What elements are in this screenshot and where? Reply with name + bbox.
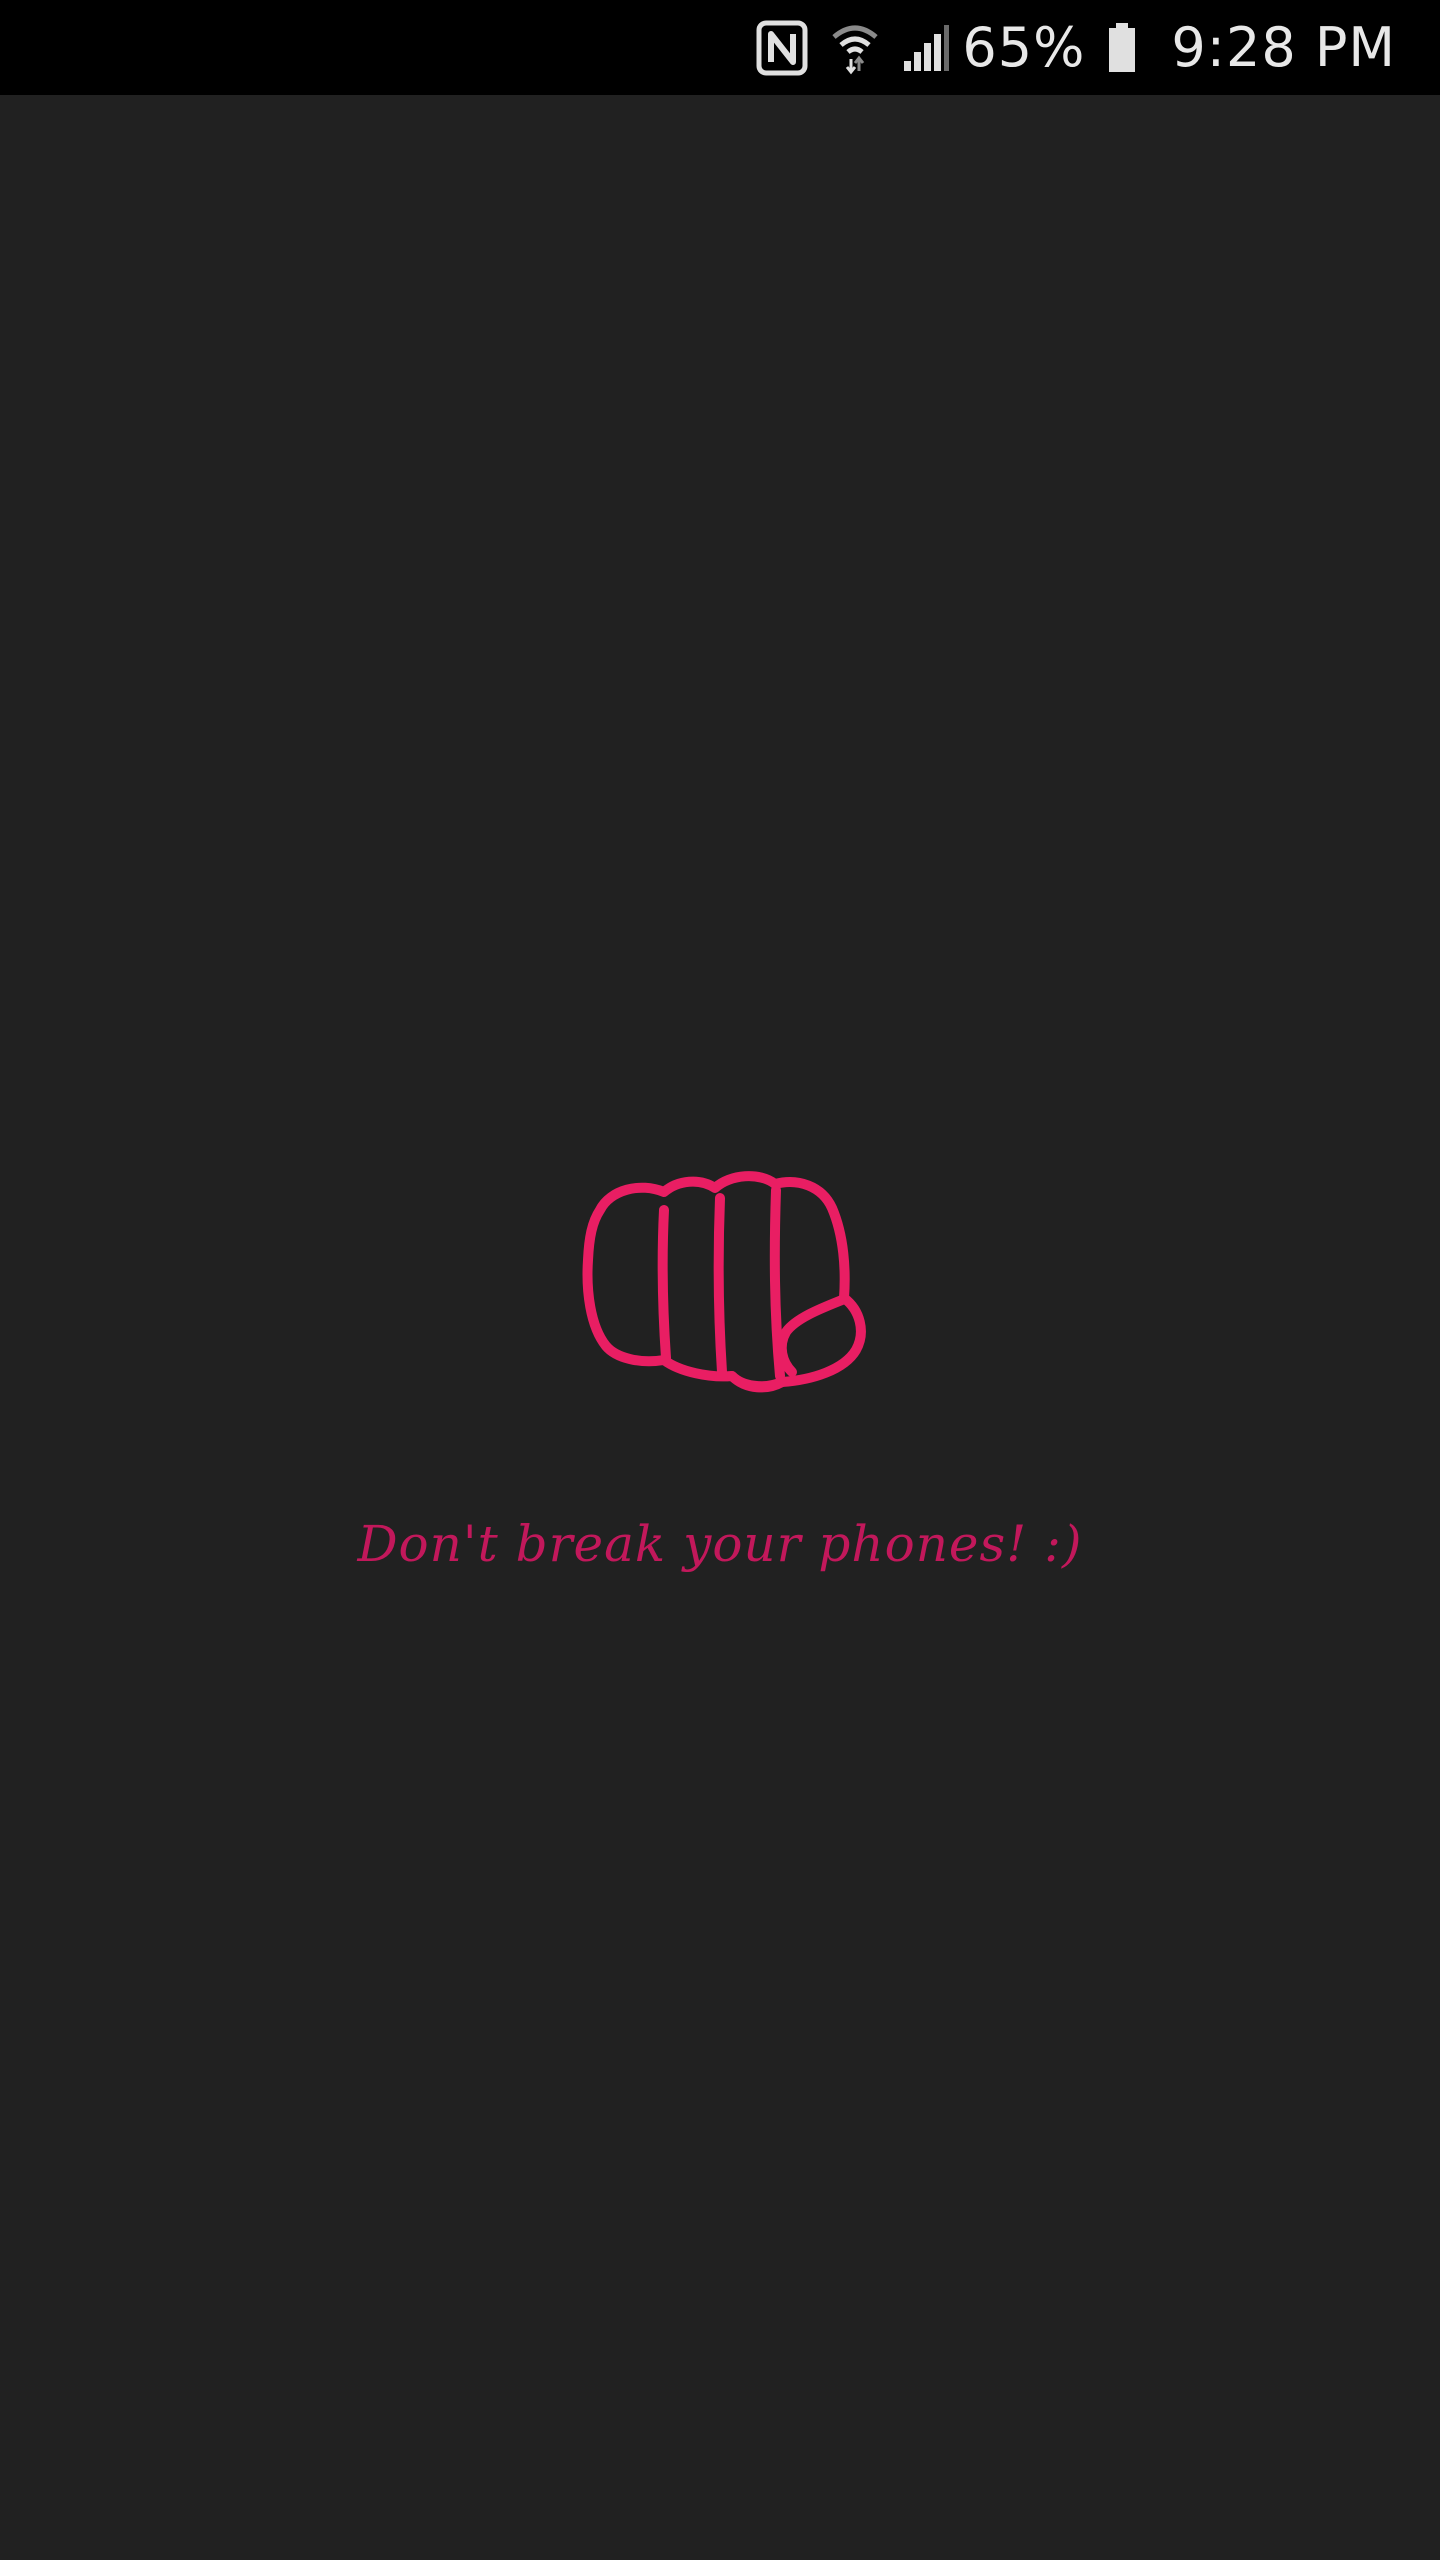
clock: 9:28 PM bbox=[1171, 16, 1396, 79]
warning-message: Don't break your phones! :) bbox=[357, 1515, 1083, 1573]
nfc-icon bbox=[756, 20, 808, 76]
fist-icon bbox=[560, 1150, 880, 1450]
battery-percent: 65% bbox=[962, 16, 1086, 79]
wifi-icon bbox=[830, 21, 880, 75]
main-content: Don't break your phones! :) bbox=[0, 95, 1440, 2560]
app-screen: 65% 9:28 PM Don't break your phones!:) bbox=[0, 0, 1440, 2560]
status-bar: 65% 9:28 PM bbox=[0, 0, 1440, 95]
cell-signal-icon bbox=[902, 23, 950, 73]
battery-icon bbox=[1107, 22, 1137, 74]
